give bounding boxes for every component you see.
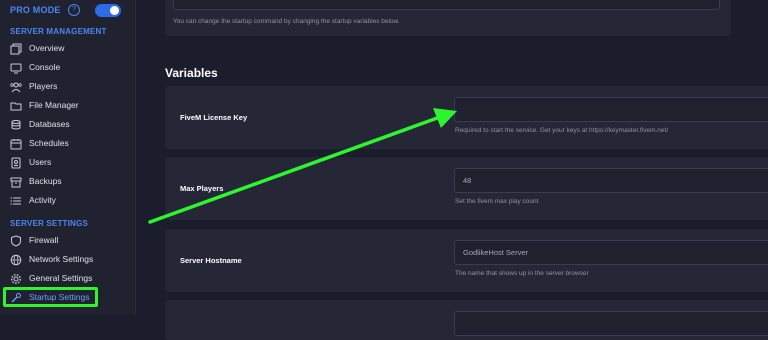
variable-card-next bbox=[165, 300, 768, 340]
sidebar-item-users[interactable]: Users bbox=[10, 155, 130, 171]
sidebar-item-firewall[interactable]: Firewall bbox=[10, 233, 130, 249]
max-players-input[interactable]: 48 bbox=[454, 168, 768, 193]
toggle-knob bbox=[110, 6, 119, 15]
sidebar-item-databases[interactable]: Databases bbox=[10, 117, 130, 133]
users-icon bbox=[10, 81, 22, 93]
sidebar-item-backups[interactable]: Backups bbox=[10, 174, 130, 190]
sidebar-item-label: Users bbox=[29, 157, 52, 167]
sidebar-item-label: Overview bbox=[29, 43, 65, 53]
pro-mode-row: PRO MODE ? bbox=[10, 4, 125, 18]
monitor-icon bbox=[10, 62, 22, 74]
pro-mode-label: PRO MODE bbox=[10, 5, 61, 15]
variable-label: Max Players bbox=[180, 184, 224, 193]
sidebar-item-network-settings[interactable]: Network Settings bbox=[10, 252, 130, 268]
startup-command-help: You can change the startup command by ch… bbox=[173, 18, 400, 25]
variable-label: Server Hostname bbox=[180, 256, 242, 265]
sidebar-item-label: Firewall bbox=[29, 235, 59, 245]
sidebar-item-label: Activity bbox=[29, 195, 56, 205]
gear-icon bbox=[10, 273, 22, 285]
help-icon[interactable]: ? bbox=[68, 4, 80, 16]
sidebar-item-overview[interactable]: Overview bbox=[10, 41, 130, 57]
startup-command-panel: You can change the startup command by ch… bbox=[165, 0, 731, 36]
sidebar: PRO MODE ? SERVER MANAGEMENT Overview Co… bbox=[0, 0, 136, 314]
input-value: GodlikeHost Server bbox=[463, 248, 529, 257]
network-icon bbox=[10, 254, 22, 266]
sidebar-item-label: Console bbox=[29, 62, 61, 72]
calendar-icon bbox=[10, 138, 22, 150]
sidebar-item-label: Network Settings bbox=[29, 254, 94, 264]
variable-help: The name that shows up in the server bro… bbox=[455, 270, 589, 277]
variable-label: FiveM License Key bbox=[180, 113, 248, 122]
sidebar-item-schedules[interactable]: Schedules bbox=[10, 136, 130, 152]
sidebar-item-label: File Manager bbox=[29, 100, 79, 110]
variable-card-max-players: Max Players 48 Set the fivem max play co… bbox=[165, 157, 768, 220]
annotation-highlight-box bbox=[3, 287, 98, 307]
variable-help: Set the fivem max play count bbox=[455, 198, 539, 205]
list-icon bbox=[10, 195, 22, 207]
sidebar-item-activity[interactable]: Activity bbox=[10, 193, 130, 209]
variable-card-server-hostname: Server Hostname GodlikeHost Server The n… bbox=[165, 229, 768, 292]
sidebar-item-label: General Settings bbox=[29, 273, 93, 283]
variable-help: Required to start the service. Get your … bbox=[455, 127, 669, 134]
sidebar-item-players[interactable]: Players bbox=[10, 79, 130, 95]
user-badge-icon bbox=[10, 157, 22, 169]
sidebar-item-file-manager[interactable]: File Manager bbox=[10, 98, 130, 114]
sidebar-item-console[interactable]: Console bbox=[10, 60, 130, 76]
pro-mode-toggle[interactable] bbox=[95, 4, 121, 17]
database-icon bbox=[10, 119, 22, 131]
sidebar-item-label: Schedules bbox=[29, 138, 69, 148]
archive-icon bbox=[10, 176, 22, 188]
shield-icon bbox=[10, 235, 22, 247]
variable-card-license-key: FiveM License Key Required to start the … bbox=[165, 86, 768, 149]
next-variable-input[interactable] bbox=[454, 311, 768, 336]
sidebar-item-label: Backups bbox=[29, 176, 62, 186]
sidebar-item-label: Databases bbox=[29, 119, 70, 129]
server-settings-title: SERVER SETTINGS bbox=[10, 219, 88, 228]
license-key-input[interactable] bbox=[454, 97, 768, 122]
sidebar-item-general-settings[interactable]: General Settings bbox=[10, 271, 130, 287]
server-hostname-input[interactable]: GodlikeHost Server bbox=[454, 240, 768, 265]
variables-heading: Variables bbox=[165, 66, 218, 80]
copy-icon bbox=[10, 43, 22, 55]
sidebar-item-label: Players bbox=[29, 81, 58, 91]
server-management-title: SERVER MANAGEMENT bbox=[10, 27, 107, 36]
startup-command-field[interactable] bbox=[173, 0, 720, 10]
folder-icon bbox=[10, 100, 22, 112]
input-value: 48 bbox=[463, 176, 472, 185]
